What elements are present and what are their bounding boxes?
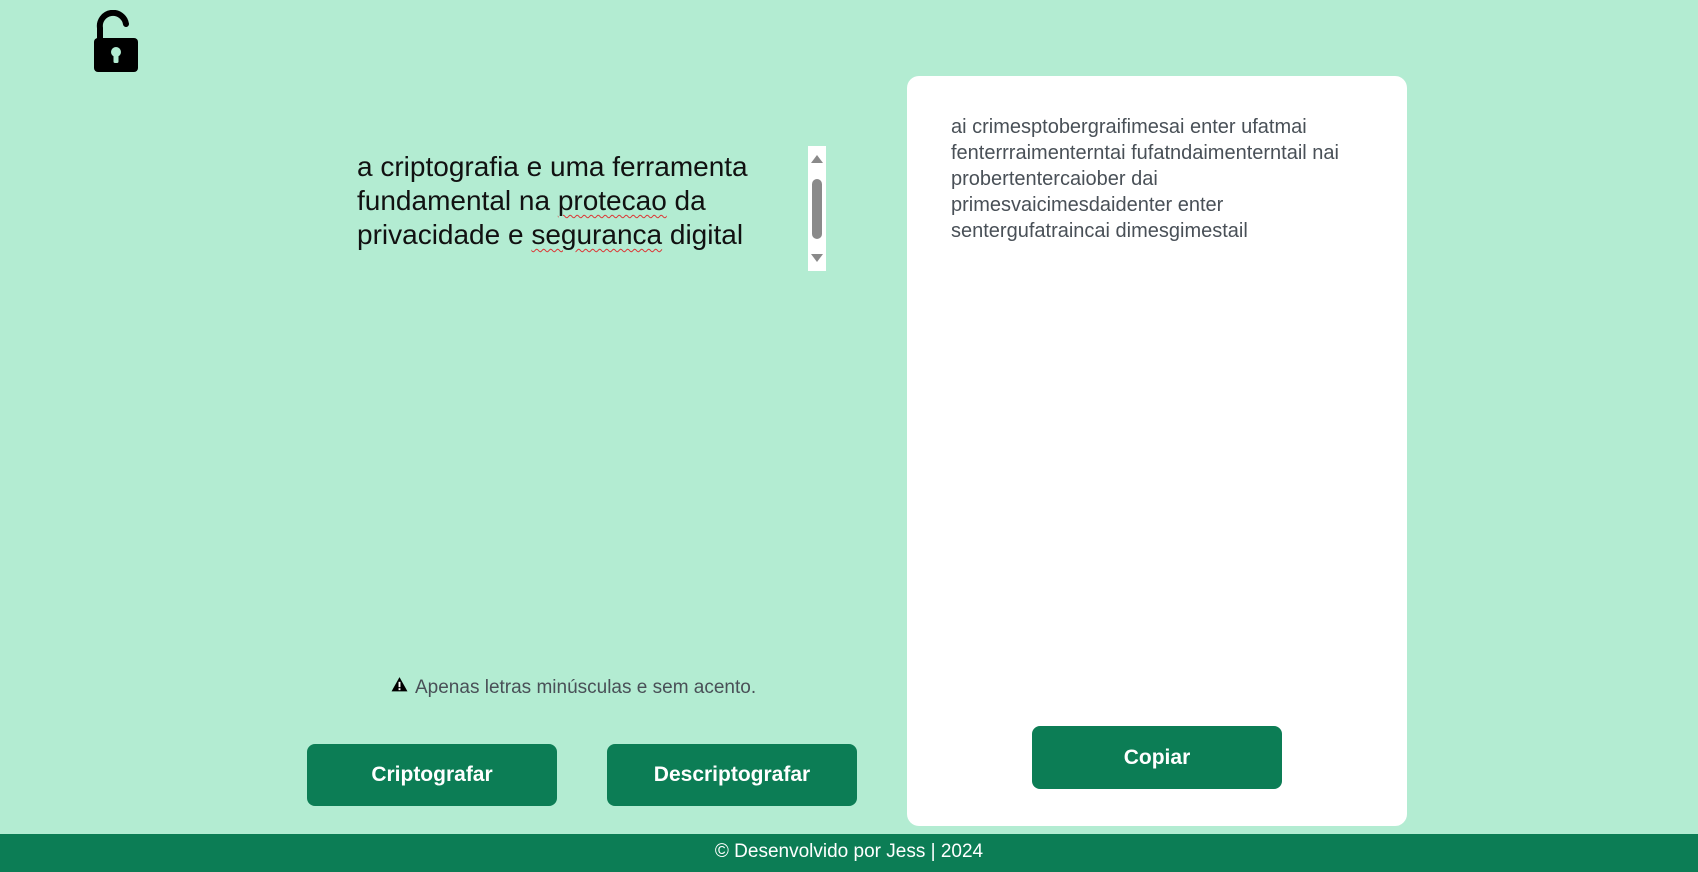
hint-text: Apenas letras minúsculas e sem acento. — [415, 676, 757, 698]
footer-text: © Desenvolvido por Jess | 2024 — [714, 841, 984, 862]
scroll-thumb[interactable] — [812, 179, 822, 239]
lock-open-icon — [90, 9, 142, 74]
scroll-up-icon[interactable] — [811, 155, 823, 163]
misspelled-word: protecao — [557, 185, 667, 216]
input-scrollbar[interactable] — [808, 146, 826, 271]
footer: © Desenvolvido por Jess | 2024 — [0, 834, 1698, 872]
input-hint: Apenas letras minúsculas e sem acento. — [391, 676, 756, 699]
warning-icon — [391, 676, 408, 699]
scroll-down-icon[interactable] — [811, 254, 823, 262]
message-input[interactable]: a criptografia e uma ferramenta fundamen… — [357, 146, 812, 276]
copy-button[interactable]: Copiar — [1032, 726, 1282, 789]
output-panel: ai crimesptobergraifimesai enter ufatmai… — [907, 76, 1407, 826]
message-input-text: a criptografia e uma ferramenta fundamen… — [357, 151, 748, 250]
encrypt-button[interactable]: Criptografar — [307, 744, 557, 806]
output-text: ai crimesptobergraifimesai enter ufatmai… — [951, 116, 1339, 242]
decrypt-button[interactable]: Descriptografar — [607, 744, 857, 806]
misspelled-word: seguranca — [531, 219, 663, 250]
